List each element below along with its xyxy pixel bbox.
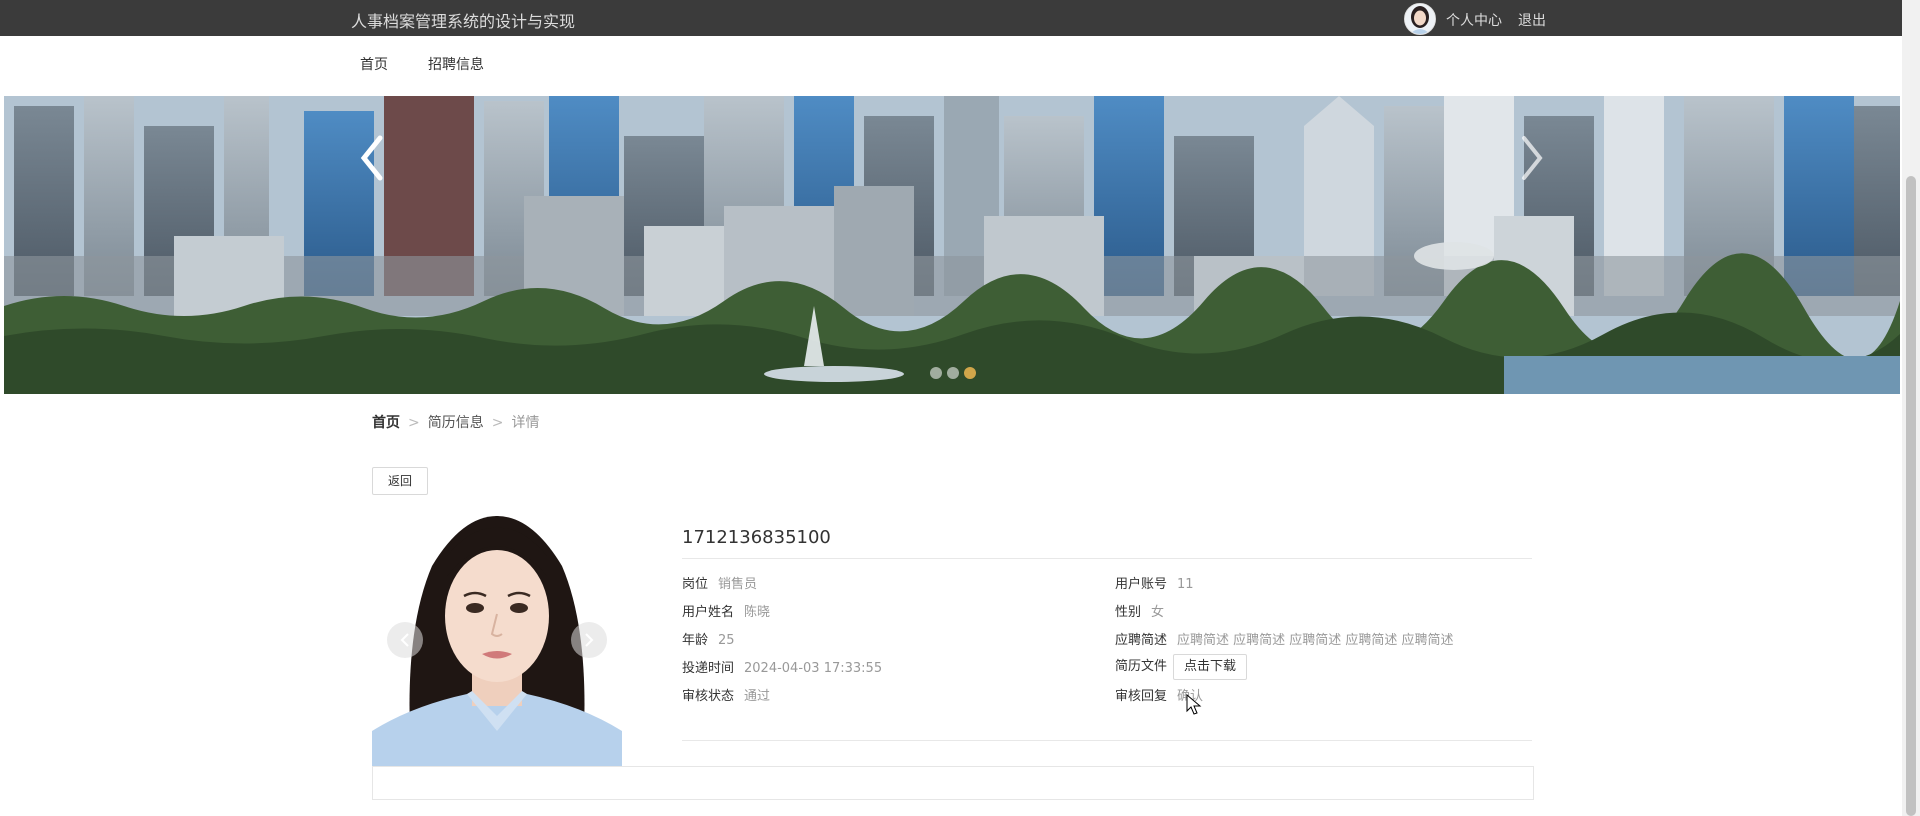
banner-next-button[interactable] bbox=[1512, 128, 1552, 188]
detail-row-resume-file: 简历文件 点击下载 bbox=[1115, 654, 1248, 680]
banner-dot-2[interactable] bbox=[947, 367, 959, 379]
resume-id: 1712136835100 bbox=[682, 527, 831, 548]
detail-label: 审核回复 bbox=[1115, 689, 1168, 704]
top-bar: 人事档案管理系统的设计与实现 个人中心 退出 bbox=[0, 0, 1902, 36]
divider bbox=[682, 740, 1532, 741]
detail-label: 简历文件 bbox=[1115, 659, 1168, 674]
detail-label: 审核状态 bbox=[682, 689, 735, 704]
detail-row-application-summary: 应聘简述 应聘简述 应聘简述 应聘简述 应聘简述 应聘简述 bbox=[1115, 629, 1454, 648]
detail-label: 年龄 bbox=[682, 633, 709, 648]
back-button[interactable]: 返回 bbox=[372, 467, 428, 495]
detail-value: 11 bbox=[1177, 577, 1194, 592]
breadcrumb-separator: > bbox=[491, 415, 504, 431]
detail-value: 2024-04-03 17:33:55 bbox=[744, 661, 883, 676]
resume-photo-carousel bbox=[372, 516, 622, 766]
detail-row-account: 用户账号 11 bbox=[1115, 573, 1194, 592]
detail-value: 销售员 bbox=[718, 577, 758, 592]
logout-link[interactable]: 退出 bbox=[1518, 10, 1546, 30]
city-skyline-image bbox=[4, 96, 1900, 394]
banner-prev-button[interactable] bbox=[352, 128, 392, 188]
page-scrollbar[interactable] bbox=[1902, 0, 1920, 816]
detail-label: 用户姓名 bbox=[682, 605, 735, 620]
detail-row-position: 岗位 销售员 bbox=[682, 573, 757, 592]
chevron-right-icon bbox=[1522, 136, 1543, 180]
breadcrumb-section[interactable]: 简历信息 bbox=[428, 415, 484, 431]
detail-value: 25 bbox=[718, 633, 735, 648]
detail-row-submit-time: 投递时间 2024-04-03 17:33:55 bbox=[682, 657, 882, 676]
download-button[interactable]: 点击下载 bbox=[1173, 654, 1248, 680]
detail-row-name: 用户姓名 陈晓 bbox=[682, 601, 770, 620]
breadcrumb-current: 详情 bbox=[511, 415, 540, 431]
detail-row-review-status: 审核状态 通过 bbox=[682, 685, 770, 704]
breadcrumb-home[interactable]: 首页 bbox=[372, 415, 400, 431]
detail-label: 应聘简述 bbox=[1115, 633, 1168, 648]
breadcrumb: 首页 > 简历信息 > 详情 bbox=[372, 412, 539, 432]
main-nav: 首页 招聘信息 bbox=[0, 36, 1902, 96]
content-section bbox=[372, 766, 1534, 800]
nav-item-home[interactable]: 首页 bbox=[360, 54, 388, 74]
detail-label: 性别 bbox=[1115, 605, 1142, 620]
detail-value: 通过 bbox=[744, 689, 771, 704]
detail-value: 应聘简述 应聘简述 应聘简述 应聘简述 应聘简述 bbox=[1177, 633, 1454, 648]
detail-row-gender: 性别女 bbox=[1115, 601, 1164, 620]
detail-row-age: 年龄 25 bbox=[682, 629, 735, 648]
user-avatar[interactable] bbox=[1404, 3, 1436, 35]
chevron-right-icon bbox=[585, 633, 594, 647]
banner-dot-1[interactable] bbox=[930, 367, 942, 379]
detail-label: 用户账号 bbox=[1115, 577, 1168, 592]
divider bbox=[682, 558, 1532, 559]
photo-prev-button[interactable] bbox=[387, 622, 423, 658]
mouse-pointer-icon bbox=[1186, 694, 1202, 715]
detail-label: 岗位 bbox=[682, 577, 709, 592]
breadcrumb-separator: > bbox=[408, 415, 420, 431]
banner-dot-3[interactable] bbox=[964, 367, 976, 379]
scrollbar-thumb[interactable] bbox=[1906, 176, 1916, 816]
banner-carousel bbox=[4, 96, 1900, 394]
detail-value: 陈晓 bbox=[744, 605, 771, 620]
photo-next-button[interactable] bbox=[571, 622, 607, 658]
nav-item-recruitment[interactable]: 招聘信息 bbox=[428, 54, 484, 74]
detail-value: 女 bbox=[1151, 605, 1165, 620]
profile-link[interactable]: 个人中心 bbox=[1446, 10, 1502, 30]
banner-indicators bbox=[930, 364, 981, 383]
detail-label: 投递时间 bbox=[682, 661, 735, 676]
app-title: 人事档案管理系统的设计与实现 bbox=[351, 12, 576, 31]
chevron-left-icon bbox=[360, 135, 383, 181]
chevron-left-icon bbox=[400, 633, 409, 647]
avatar-portrait-icon bbox=[1405, 4, 1435, 34]
